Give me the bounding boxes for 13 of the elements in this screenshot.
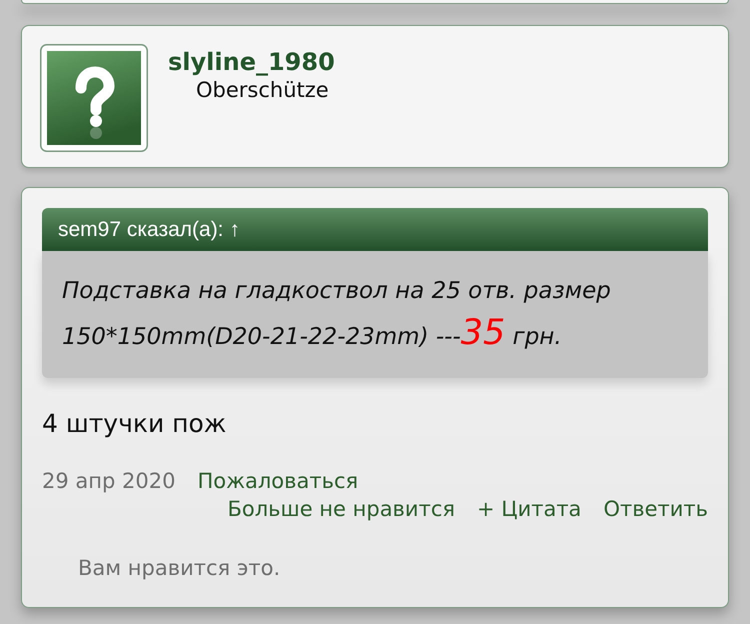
- post-action-link[interactable]: Больше не нравится: [227, 495, 455, 523]
- quote-text: Подставка на гладкоствол на 25 отв. размер 150*150mm(D20-21-22-23mm) ---35 грн.: [62, 277, 612, 355]
- jump-to-quote-link[interactable]: ↑: [230, 214, 240, 246]
- message-text: 4 штучки пож: [42, 409, 228, 439]
- likes-summary: Вам нравится это.: [78, 555, 282, 581]
- post-action-link[interactable]: Ответить: [603, 495, 708, 523]
- username-link[interactable]: slyline_1980: [168, 48, 335, 76]
- post-action-link[interactable]: + Цитата: [477, 495, 582, 523]
- question-mark-avatar-icon[interactable]: [40, 44, 148, 152]
- report-link[interactable]: Пожаловаться: [197, 467, 358, 495]
- user-title: Oberschütze: [196, 78, 329, 102]
- quote-attribution: sem97 сказал(а):: [58, 216, 224, 243]
- post-date: 29 апр 2020: [42, 468, 176, 495]
